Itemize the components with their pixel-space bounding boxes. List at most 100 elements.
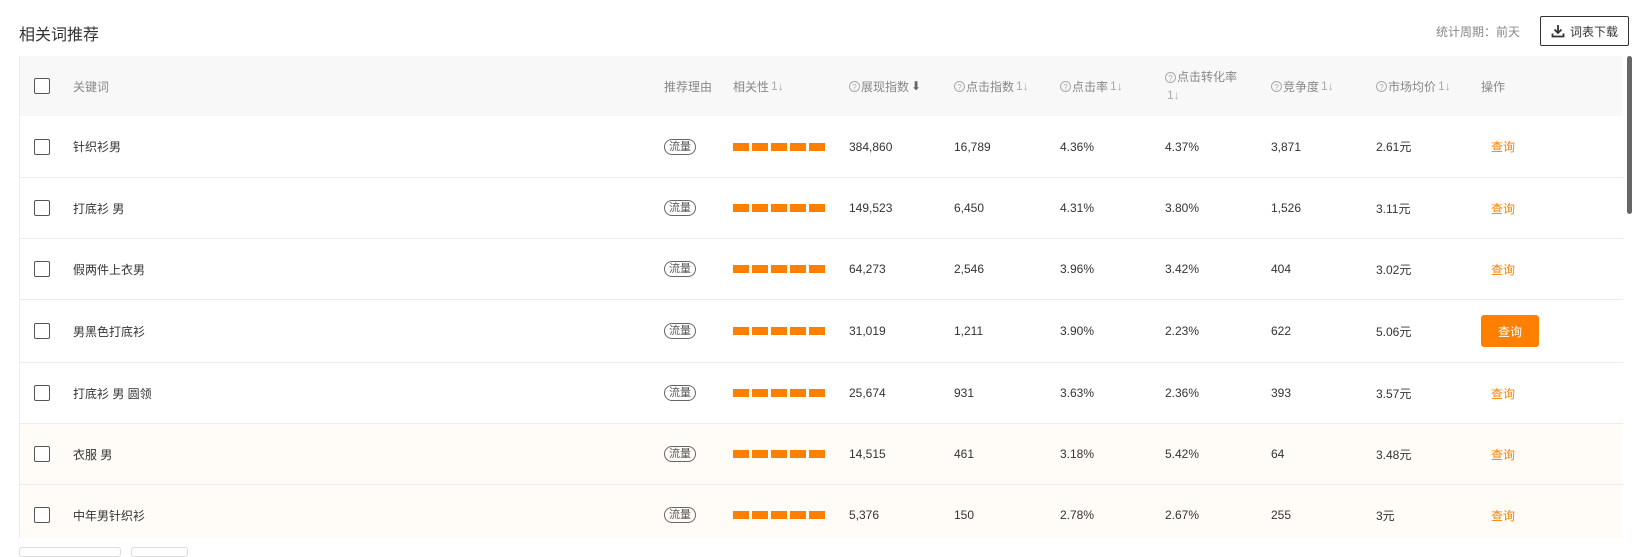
col-price[interactable]: ? 市场均价 1↓: [1376, 56, 1451, 116]
relevance-segment: [790, 450, 806, 458]
sort-desc-icon[interactable]: ⬇: [911, 79, 921, 93]
cell-price: 3.57元: [1376, 386, 1412, 401]
relevance-bar: [733, 265, 825, 273]
row-checkbox[interactable]: [34, 446, 50, 462]
row-checkbox[interactable]: [34, 323, 50, 339]
table-row[interactable]: 男黑色打底衫 流量 31,019 1,211 3.90% 2.23% 622 5.06元 查询: [20, 300, 1623, 363]
page-size-control[interactable]: [131, 547, 188, 557]
table-row[interactable]: 针织衫男 流量 384,860 16,789 4.36% 4.37% 3,871 2.61元 查…: [20, 116, 1623, 178]
col-ctr[interactable]: ? 点击率 1↓: [1060, 56, 1123, 116]
relevance-segment: [733, 265, 749, 273]
cell-cvr: 5.42%: [1165, 447, 1200, 461]
pagination-control[interactable]: [19, 547, 121, 557]
sort-icon[interactable]: 1↓: [771, 79, 784, 93]
sort-icon[interactable]: 1↓: [1321, 79, 1334, 93]
table-row[interactable]: 中年男针织衫 流量 5,376 150 2.78% 2.67% 255 3元 查询: [20, 485, 1623, 538]
cell-relevance: [733, 116, 825, 177]
relevance-segment: [733, 204, 749, 212]
relevance-bar: [733, 142, 825, 151]
cell-reason: 流量: [664, 116, 696, 177]
col-competition[interactable]: ? 竞争度 1↓: [1271, 56, 1334, 116]
row-checkbox[interactable]: [34, 385, 50, 401]
relevance-segment: [790, 327, 806, 335]
cell-keyword: 中年男针织衫: [73, 508, 146, 523]
relevance-segment: [771, 450, 787, 458]
sort-icon[interactable]: 1↓: [1438, 79, 1451, 93]
reason-tag: 流量: [664, 507, 696, 523]
cell-price: 3元: [1376, 508, 1395, 523]
relevance-segment: [809, 450, 825, 458]
query-button[interactable]: 查询: [1481, 315, 1539, 347]
query-link[interactable]: 查询: [1491, 507, 1515, 524]
cell-cvr: 2.36%: [1165, 386, 1200, 400]
col-cvr[interactable]: ? 点击转化率 1↓: [1165, 56, 1237, 116]
cell-ctr: 3.96%: [1060, 262, 1095, 276]
cell-ctr: 4.36%: [1060, 139, 1095, 154]
cell-action: 查询: [1481, 363, 1515, 423]
sort-icon[interactable]: 1↓: [1110, 79, 1123, 93]
relevance-segment: [752, 389, 768, 397]
sort-icon[interactable]: 1↓: [1167, 86, 1180, 104]
relevance-bar: [733, 450, 825, 458]
table-row[interactable]: 假两件上衣男 流量 64,273 2,546 3.96% 3.42% 404 3.02元 查询: [20, 239, 1623, 300]
row-checkbox[interactable]: [34, 261, 50, 277]
reason-tag: 流量: [664, 261, 696, 277]
download-button[interactable]: 词表下载: [1540, 16, 1629, 46]
cell-reason: 流量: [664, 239, 696, 299]
col-clicks-label: 点击指数: [966, 79, 1015, 94]
cell-impressions: 5,376: [849, 508, 880, 522]
table-row[interactable]: 打底衫 男 圆领 流量 25,674 931 3.63% 2.36% 393 3.57元 查询: [20, 363, 1623, 424]
query-link[interactable]: 查询: [1491, 200, 1515, 217]
stat-period: 统计周期：前天: [1436, 25, 1521, 39]
col-action: 操作: [1481, 79, 1506, 94]
download-label: 词表下载: [1569, 24, 1618, 39]
col-clicks[interactable]: ? 点击指数 1↓: [954, 56, 1029, 116]
cell-clicks: 2,546: [954, 262, 985, 276]
row-checkbox[interactable]: [34, 138, 50, 155]
cell-relevance: [733, 485, 825, 538]
cell-relevance: [733, 239, 825, 299]
query-link[interactable]: 查询: [1491, 261, 1515, 278]
cell-action: 查询: [1481, 239, 1515, 299]
relevance-segment: [809, 327, 825, 335]
relevance-segment: [752, 265, 768, 273]
cell-price: 3.48元: [1376, 447, 1412, 462]
col-competition-label: 竞争度: [1283, 79, 1320, 94]
col-impressions-label: 展现指数: [861, 79, 910, 94]
cell-impressions: 384,860: [849, 139, 893, 154]
cell-action: 查询: [1481, 178, 1515, 238]
cell-price: 5.06元: [1376, 324, 1412, 339]
row-checkbox[interactable]: [34, 507, 50, 523]
relevance-bar: [733, 204, 825, 212]
cell-action: 查询: [1481, 485, 1515, 538]
cell-clicks: 150: [954, 508, 975, 522]
col-impressions[interactable]: ? 展现指数 ⬇: [849, 56, 921, 116]
relevance-segment: [790, 265, 806, 273]
table-row[interactable]: 打底衫 男 流量 149,523 6,450 4.31% 3.80% 1,526 3.11元 查…: [20, 178, 1623, 239]
cell-action: 查询: [1481, 424, 1515, 484]
table-row[interactable]: 衣服 男 流量 14,515 461 3.18% 5.42% 64 3.48元 查询: [20, 424, 1623, 485]
col-keyword: 关键词: [73, 79, 110, 94]
select-all-checkbox[interactable]: [34, 78, 50, 94]
cell-keyword: 男黑色打底衫: [73, 324, 146, 339]
cell-cvr: 4.37%: [1165, 139, 1200, 154]
relevance-segment: [809, 265, 825, 273]
relevance-segment: [752, 204, 768, 212]
cell-price: 3.11元: [1376, 201, 1411, 216]
sort-icon[interactable]: 1↓: [1016, 79, 1029, 93]
cell-keyword: 打底衫 男 圆领: [73, 386, 152, 401]
row-checkbox[interactable]: [34, 200, 50, 216]
cell-reason: 流量: [664, 178, 696, 238]
cell-cvr: 3.80%: [1165, 201, 1200, 215]
relevance-segment: [809, 389, 825, 397]
cell-price: 2.61元: [1376, 140, 1412, 154]
reason-tag: 流量: [664, 385, 696, 401]
cell-competition: 3,871: [1271, 139, 1302, 154]
cell-cvr: 3.42%: [1165, 262, 1200, 276]
query-link[interactable]: 查询: [1491, 446, 1515, 463]
col-relevance[interactable]: 相关性 1↓: [733, 56, 784, 116]
query-link[interactable]: 查询: [1491, 385, 1515, 402]
query-link[interactable]: 查询: [1491, 138, 1515, 155]
vertical-scrollbar[interactable]: [1627, 56, 1632, 214]
relevance-segment: [771, 142, 787, 151]
